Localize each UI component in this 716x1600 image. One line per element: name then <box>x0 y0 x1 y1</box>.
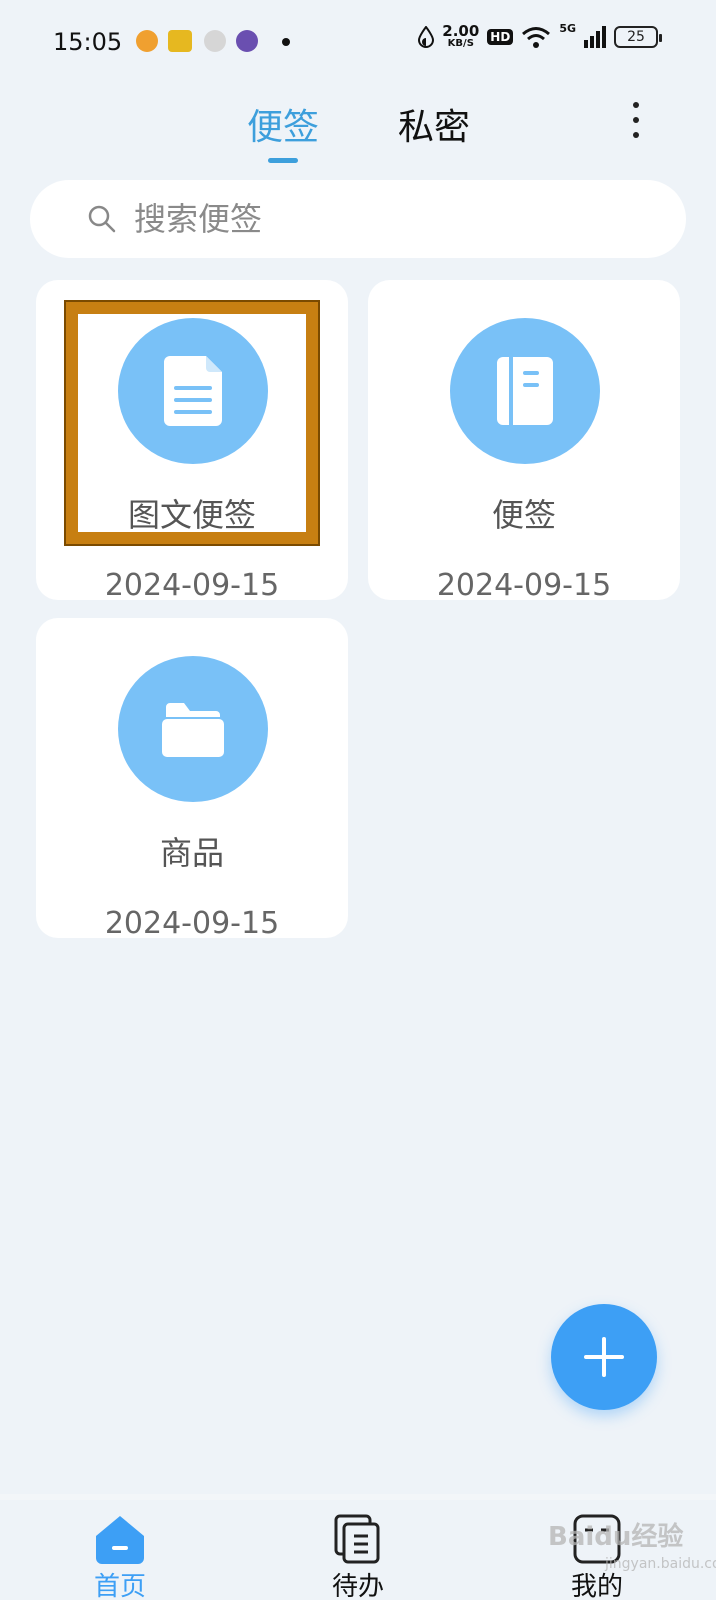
network-speed-unit: KB/S <box>447 38 474 49</box>
note-card-goods[interactable]: 商品 2024-09-15 <box>36 618 348 938</box>
tab-private[interactable]: 私密 <box>398 98 470 150</box>
notification-app-icon <box>168 30 192 52</box>
status-time: 15:05 <box>53 28 123 56</box>
note-date: 2024-09-15 <box>104 568 280 600</box>
todo-icon <box>334 1514 380 1564</box>
more-dot <box>633 102 639 108</box>
more-dot <box>633 117 639 123</box>
network-speed-value: 2.00 <box>442 22 480 40</box>
signal-icon <box>584 25 606 48</box>
hd-badge: HD <box>487 28 514 45</box>
watermark-url: jingyan.baidu.com <box>605 1556 716 1572</box>
note-title: 便签 <box>491 496 556 534</box>
home-icon <box>96 1516 144 1564</box>
note-icon-circle <box>450 318 600 464</box>
nav-home[interactable]: 首页 <box>60 1514 180 1600</box>
status-indicators: 2.00 KB/S HD 5G 25 <box>418 22 662 49</box>
note-card-image-text[interactable]: 图文便签 2024-09-15 <box>36 280 348 600</box>
note-date: 2024-09-15 <box>104 906 280 938</box>
search-icon <box>88 205 116 233</box>
nav-label: 待办 <box>331 1572 384 1600</box>
network-speed: 2.00 KB/S <box>442 24 479 49</box>
wifi-icon <box>522 26 551 48</box>
notification-app-icon <box>136 30 158 52</box>
more-notifications-dot <box>282 38 290 46</box>
add-note-button[interactable] <box>551 1304 657 1410</box>
battery-icon: 25 <box>614 25 662 48</box>
more-menu-button[interactable] <box>628 102 644 138</box>
network-type: 5G <box>559 22 576 35</box>
active-tab-indicator <box>268 158 298 163</box>
status-bar: 15:05 2.00 KB/S HD 5G 25 <box>0 0 716 84</box>
more-dot <box>633 132 639 138</box>
notification-app-icon <box>236 30 258 52</box>
folder-icon <box>162 703 224 757</box>
nav-label: 首页 <box>93 1572 146 1600</box>
note-card-note[interactable]: 便签 2024-09-15 <box>368 280 680 600</box>
note-title: 商品 <box>159 834 224 872</box>
selection-highlight <box>64 300 320 546</box>
note-date: 2024-09-15 <box>436 568 612 600</box>
notification-app-icon <box>204 30 226 52</box>
note-icon-circle <box>118 656 268 802</box>
watermark: Baidu经验 <box>548 1522 684 1552</box>
search-input[interactable] <box>134 196 634 242</box>
data-saver-icon <box>418 25 435 48</box>
tab-notes[interactable]: 便签 <box>247 98 319 150</box>
nav-todo[interactable]: 待办 <box>298 1514 418 1600</box>
plus-icon <box>584 1337 624 1377</box>
notebook-icon <box>497 357 553 425</box>
